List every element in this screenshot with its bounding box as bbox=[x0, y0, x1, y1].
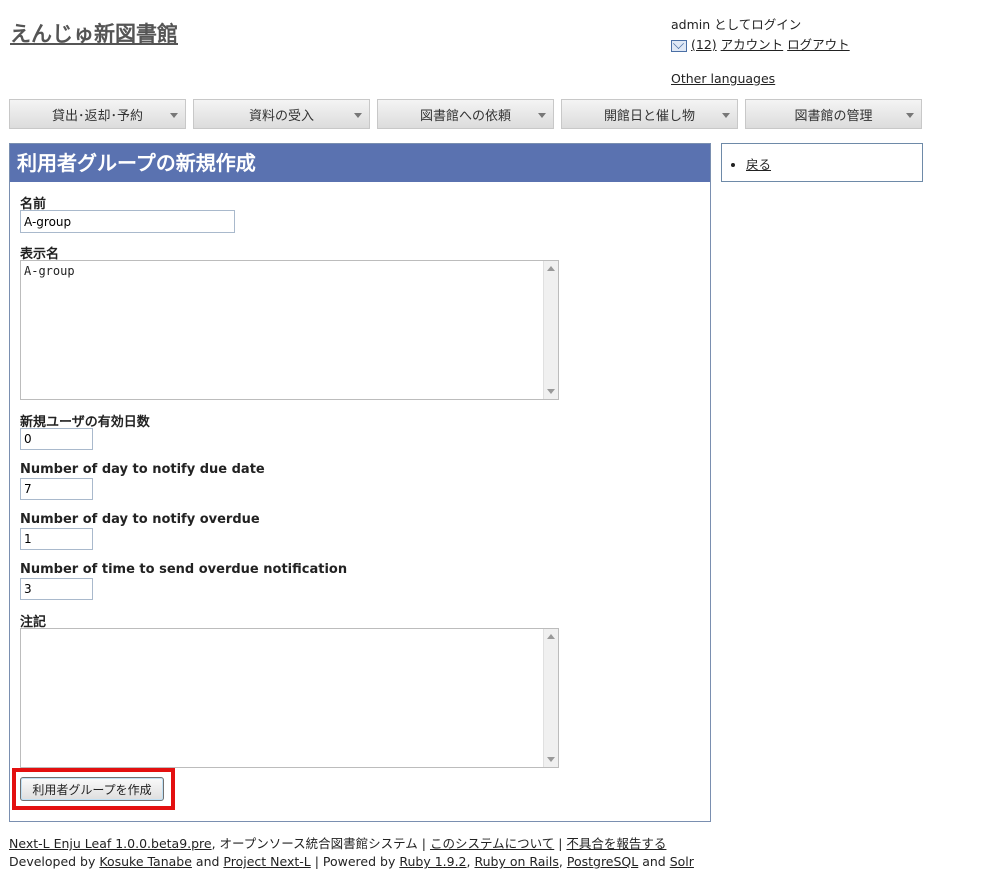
product-link[interactable]: Next-L Enju Leaf 1.0.0.beta9.pre bbox=[9, 836, 212, 851]
developer-link[interactable]: Kosuke Tanabe bbox=[99, 854, 192, 869]
developed-by-text: Developed by bbox=[9, 854, 100, 869]
nav-tab-events[interactable]: 開館日と催し物 bbox=[561, 99, 738, 129]
solr-link[interactable]: Solr bbox=[670, 854, 694, 869]
nav-tab-label: 開館日と催し物 bbox=[603, 108, 695, 124]
rails-link[interactable]: Ruby on Rails bbox=[474, 854, 558, 869]
footer: Next-L Enju Leaf 1.0.0.beta9.pre, オープンソー… bbox=[9, 835, 694, 871]
product-desc: , オープンソース統合図書館システム bbox=[211, 836, 418, 851]
due-notify-input[interactable] bbox=[20, 478, 93, 500]
chevron-down-icon bbox=[354, 113, 362, 118]
overdue-notify-label: Number of day to notify overdue bbox=[20, 512, 260, 527]
nav-tab-label: 図書館の管理 bbox=[794, 108, 873, 124]
scroll-down-icon[interactable] bbox=[547, 389, 555, 394]
nav-tab-requests[interactable]: 図書館への依頼 bbox=[377, 99, 554, 129]
footer-line-2: Developed by Kosuke Tanabe and Project N… bbox=[9, 853, 694, 871]
scroll-up-icon[interactable] bbox=[547, 634, 555, 639]
chevron-down-icon bbox=[538, 113, 546, 118]
create-user-group-button[interactable]: 利用者グループを作成 bbox=[20, 777, 164, 801]
chevron-down-icon bbox=[170, 113, 178, 118]
site-title[interactable]: えんじゅ新図書館 bbox=[10, 18, 178, 48]
nav-tab-admin[interactable]: 図書館の管理 bbox=[745, 99, 922, 129]
footer-separator: | bbox=[554, 836, 567, 851]
sidebar: 戻る bbox=[721, 143, 923, 182]
report-bug-link[interactable]: 不具合を報告する bbox=[566, 836, 666, 851]
display-name-textarea[interactable]: A-group bbox=[20, 260, 559, 400]
user-box: admin としてログイン (12) アカウント ログアウト Other lan… bbox=[671, 15, 850, 89]
overdue-notify-input[interactable] bbox=[20, 528, 93, 550]
user-links: (12) アカウント ログアウト bbox=[671, 35, 850, 55]
chevron-down-icon bbox=[906, 113, 914, 118]
textarea-scrollbar[interactable] bbox=[543, 629, 558, 767]
comma-text: , bbox=[558, 854, 567, 869]
scroll-down-icon[interactable] bbox=[547, 757, 555, 762]
note-textarea[interactable] bbox=[20, 628, 559, 768]
back-link[interactable]: 戻る bbox=[746, 157, 771, 172]
powered-by-text: | Powered by bbox=[310, 854, 400, 869]
project-link[interactable]: Project Next-L bbox=[223, 854, 310, 869]
postgresql-link[interactable]: PostgreSQL bbox=[567, 854, 638, 869]
page-title: 利用者グループの新規作成 bbox=[10, 144, 710, 182]
logout-link[interactable]: ログアウト bbox=[787, 37, 850, 52]
nav-tab-circulation[interactable]: 貸出･返却･予約 bbox=[9, 99, 186, 129]
footer-line-1: Next-L Enju Leaf 1.0.0.beta9.pre, オープンソー… bbox=[9, 835, 694, 853]
message-count-link[interactable]: (12) bbox=[691, 37, 717, 52]
due-notify-label: Number of day to notify due date bbox=[20, 462, 265, 477]
nav-tab-acquisition[interactable]: 資料の受入 bbox=[193, 99, 370, 129]
ruby-link[interactable]: Ruby 1.9.2 bbox=[399, 854, 466, 869]
main-nav: 貸出･返却･予約 資料の受入 図書館への依頼 開館日と催し物 図書館の管理 bbox=[9, 99, 929, 129]
sidebar-item-back: 戻る bbox=[746, 154, 922, 173]
login-status: admin としてログイン bbox=[671, 17, 802, 32]
account-link[interactable]: アカウント bbox=[721, 37, 784, 52]
nav-tab-label: 資料の受入 bbox=[248, 108, 314, 124]
footer-separator: | bbox=[417, 836, 430, 851]
other-languages-link[interactable]: Other languages bbox=[671, 69, 850, 89]
sidebar-list: 戻る bbox=[722, 154, 922, 173]
user-group-form-panel: 利用者グループの新規作成 名前 表示名 A-group 新規ユーザの有効日数 N… bbox=[9, 143, 711, 822]
nav-tab-label: 図書館への依頼 bbox=[419, 108, 511, 124]
overdue-times-label: Number of time to send overdue notificat… bbox=[20, 562, 348, 577]
display-name-value: A-group bbox=[24, 264, 75, 278]
and-text: and bbox=[191, 854, 224, 869]
chevron-down-icon bbox=[722, 113, 730, 118]
overdue-times-input[interactable] bbox=[20, 578, 93, 600]
mail-icon[interactable] bbox=[671, 39, 687, 52]
textarea-scrollbar[interactable] bbox=[543, 261, 558, 399]
name-input[interactable] bbox=[20, 210, 235, 233]
about-link[interactable]: このシステムについて bbox=[430, 836, 554, 851]
and-text: and bbox=[638, 854, 670, 869]
site-title-link[interactable]: えんじゅ新図書館 bbox=[10, 22, 178, 46]
scroll-up-icon[interactable] bbox=[547, 266, 555, 271]
nav-tab-label: 貸出･返却･予約 bbox=[51, 108, 143, 124]
valid-days-input[interactable] bbox=[20, 428, 93, 450]
